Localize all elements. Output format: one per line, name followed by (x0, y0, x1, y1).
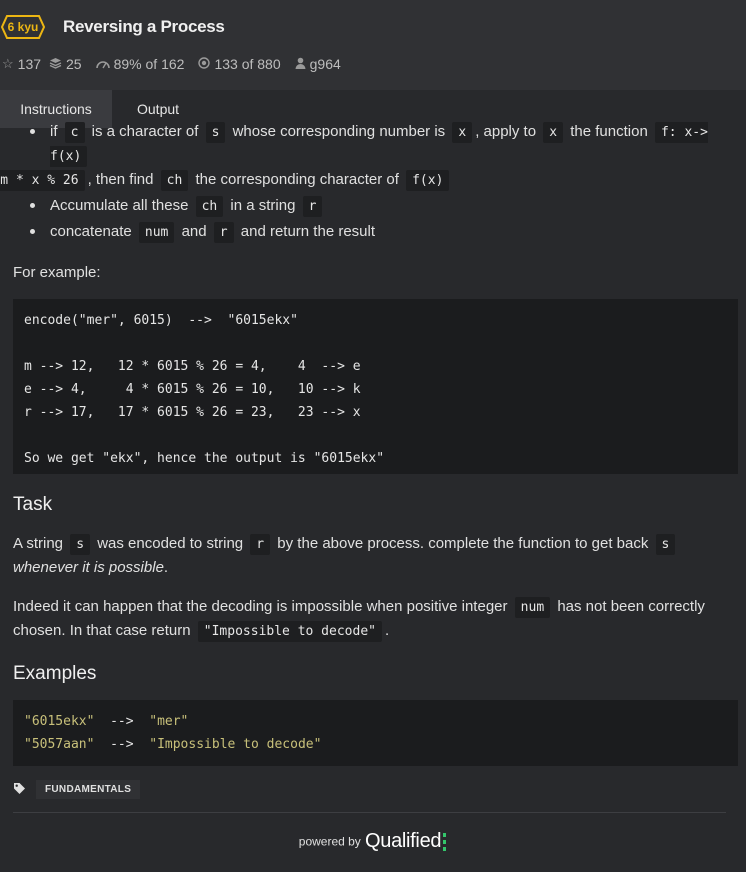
text: . (163, 559, 169, 576)
collections-stat[interactable]: 25 (49, 56, 82, 72)
text: concatenate (50, 223, 132, 240)
for-example-label: For example: (13, 264, 101, 281)
stars-stat[interactable]: ☆ 137 (2, 56, 41, 72)
inline-code: r (302, 196, 323, 217)
collections-count: 25 (66, 56, 82, 72)
completed-suffix: of 880 (241, 56, 281, 72)
inline-code: x (543, 122, 564, 143)
stars-count: 137 (17, 56, 42, 72)
satisfaction-stat: 89% of 162 (95, 56, 185, 72)
inline-code: c (64, 122, 85, 143)
text: and return the result (240, 223, 376, 240)
examples-code: "6015ekx" --> "mer" "5057aan" --> "Imposs… (13, 700, 738, 766)
text: and (181, 223, 207, 240)
code-line: m --> 12, 12 * 6015 % 26 = 4, 4 --> e (24, 359, 361, 374)
tag-fundamentals[interactable]: FUNDAMENTALS (36, 780, 141, 799)
inline-code: s (205, 122, 226, 143)
text: by the above process. complete the funct… (277, 535, 649, 552)
stack-icon (49, 57, 62, 72)
inline-code: "Impossible to decode" (197, 621, 382, 642)
inline-code: r (213, 222, 234, 243)
inline-code: = num * x % 26 (0, 170, 85, 191)
code-line: So we get "ekx", hence the output is "60… (24, 451, 385, 466)
instructions-content: if c is a character of s whose correspon… (0, 120, 746, 766)
qualified-logo: Qualified (364, 830, 442, 852)
text: if (50, 123, 58, 140)
task-paragraph-1: A string s was encoded to string r by th… (0, 532, 746, 579)
text: , apply to (475, 123, 537, 140)
inline-code: f(x) (406, 170, 450, 191)
inline-code: num (138, 222, 175, 243)
gauge-icon (95, 57, 110, 72)
inline-code: num (514, 597, 551, 618)
text: was encoded to string (97, 535, 244, 552)
text: in a string (230, 197, 296, 214)
code-line: r --> 17, 17 * 6015 % 26 = 23, 23 --> x (24, 405, 361, 420)
code-line: e --> 4, 4 * 6015 % 26 = 10, 10 --> k (24, 382, 361, 397)
text: , then find (87, 171, 154, 188)
code-arrow: --> (110, 714, 134, 729)
inline-code: x (452, 122, 473, 143)
author-name: g964 (309, 56, 341, 72)
code-line: "6015ekx" --> "mer" (24, 710, 727, 733)
rank-label: 6 kyu (7, 20, 39, 34)
satisfaction-suffix: of 162 (145, 56, 185, 72)
text: Accumulate all these (50, 197, 189, 214)
text: is a character of (91, 123, 199, 140)
task-heading: Task (13, 494, 53, 515)
text: the corresponding character of (195, 171, 399, 188)
kata-header: 6 kyu Reversing a Process ☆ 137 25 89% o… (0, 0, 746, 90)
code-line: encode("mer", 6015) --> "6015ekx" (24, 313, 298, 328)
user-icon (295, 57, 306, 72)
inline-code: ch (160, 170, 189, 191)
completed-stat: 133 of 880 (198, 56, 281, 72)
examples-heading: Examples (13, 663, 97, 684)
text: A string (13, 535, 64, 552)
rank-badge: 6 kyu (1, 15, 45, 39)
inline-code: s (655, 534, 676, 555)
text: . (384, 622, 390, 639)
code-line: "5057aan" --> "Impossible to decode" (24, 733, 727, 756)
qualified-dots-icon (443, 832, 447, 851)
tag-icon (13, 782, 26, 798)
list-item: concatenate num and r and return the res… (0, 220, 746, 244)
process-list: if c is a character of s whose correspon… (0, 120, 746, 244)
list-item: Accumulate all these ch in a string r (0, 194, 746, 218)
star-icon: ☆ (2, 56, 14, 71)
task-paragraph-2: Indeed it can happen that the decoding i… (0, 595, 746, 643)
list-item: if c is a character of s whose correspon… (0, 120, 746, 192)
powered-by-label: powered by (298, 834, 361, 849)
inline-code: r (250, 534, 271, 555)
kata-stats: ☆ 137 25 89% of 162 133 of 880 g964 (2, 56, 355, 72)
text: whose corresponding number is (232, 123, 446, 140)
satisfaction-value: 89% (113, 56, 142, 72)
inline-code: s (70, 534, 91, 555)
completed-value: 133 (214, 56, 238, 72)
text: Indeed it can happen that the decoding i… (13, 598, 508, 615)
kata-title: Reversing a Process (63, 17, 225, 36)
text: the function (570, 123, 648, 140)
inline-code: ch (195, 196, 224, 217)
code-string: "Impossible to decode" (149, 737, 322, 752)
divider (13, 812, 726, 813)
code-string: "5057aan" (24, 737, 95, 752)
code-arrow: --> (110, 737, 134, 752)
code-string: "6015ekx" (24, 714, 95, 729)
author-stat[interactable]: g964 (295, 56, 341, 72)
target-icon (198, 56, 211, 72)
code-string: "mer" (149, 714, 189, 729)
powered-by-footer[interactable]: powered by Qualified (0, 830, 746, 853)
tags-row: FUNDAMENTALS (13, 780, 141, 799)
encode-example-code: encode("mer", 6015) --> "6015ekx" m --> … (13, 299, 738, 474)
emphasis: whenever it is possible (13, 559, 164, 576)
